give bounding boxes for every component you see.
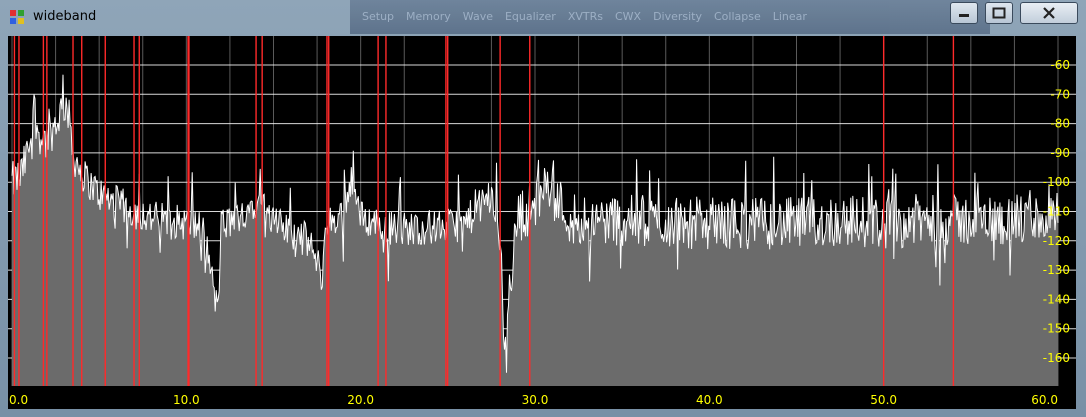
y-tick-label: -80 xyxy=(1050,117,1070,131)
x-tick-label: 60.0 xyxy=(1031,393,1058,407)
maximize-button[interactable] xyxy=(985,2,1013,24)
close-button[interactable] xyxy=(1020,2,1078,24)
y-tick-label: -130 xyxy=(1043,263,1070,277)
x-tick-label: 50.0 xyxy=(870,393,897,407)
window-title: wideband xyxy=(33,9,97,24)
y-tick-label: -140 xyxy=(1043,292,1070,306)
x-tick-label: 20.0 xyxy=(347,393,374,407)
y-tick-label: -150 xyxy=(1043,322,1070,336)
y-tick-label: -120 xyxy=(1043,234,1070,248)
y-tick-label: -60 xyxy=(1050,58,1070,72)
y-tick-label: -70 xyxy=(1050,87,1070,101)
x-tick-label: 10.0 xyxy=(173,393,200,407)
minimize-icon xyxy=(959,14,969,17)
x-tick-label: 40.0 xyxy=(696,393,723,407)
close-icon xyxy=(1043,7,1055,19)
minimize-button[interactable] xyxy=(950,2,978,24)
wideband-spectrum-display[interactable]: -60 -70 -80 -90 -100 -110 -120 -130 -140 -150 -160… xyxy=(8,36,1076,409)
y-tick-label: -110 xyxy=(1043,205,1070,219)
window-frame: Setup Memory Wave Equalizer XVTRs CWX Diversit… xyxy=(0,0,1086,417)
y-tick-label: -90 xyxy=(1050,146,1070,160)
y-tick-label: -100 xyxy=(1043,175,1070,189)
spectrum-chart: -60 -70 -80 -90 -100 -110 -120 -130 -140 -150 -160… xyxy=(8,36,1076,407)
app-icon xyxy=(10,10,24,24)
title-bar[interactable]: wideband xyxy=(0,0,1086,34)
x-axis-labels: 0.0 10.0 20.0 30.0 40.0 50.0 60.0 xyxy=(9,393,1058,407)
x-tick-label: 0.0 xyxy=(9,393,28,407)
y-tick-label: -160 xyxy=(1043,351,1070,365)
maximize-icon xyxy=(992,7,1006,19)
x-tick-label: 30.0 xyxy=(522,393,549,407)
